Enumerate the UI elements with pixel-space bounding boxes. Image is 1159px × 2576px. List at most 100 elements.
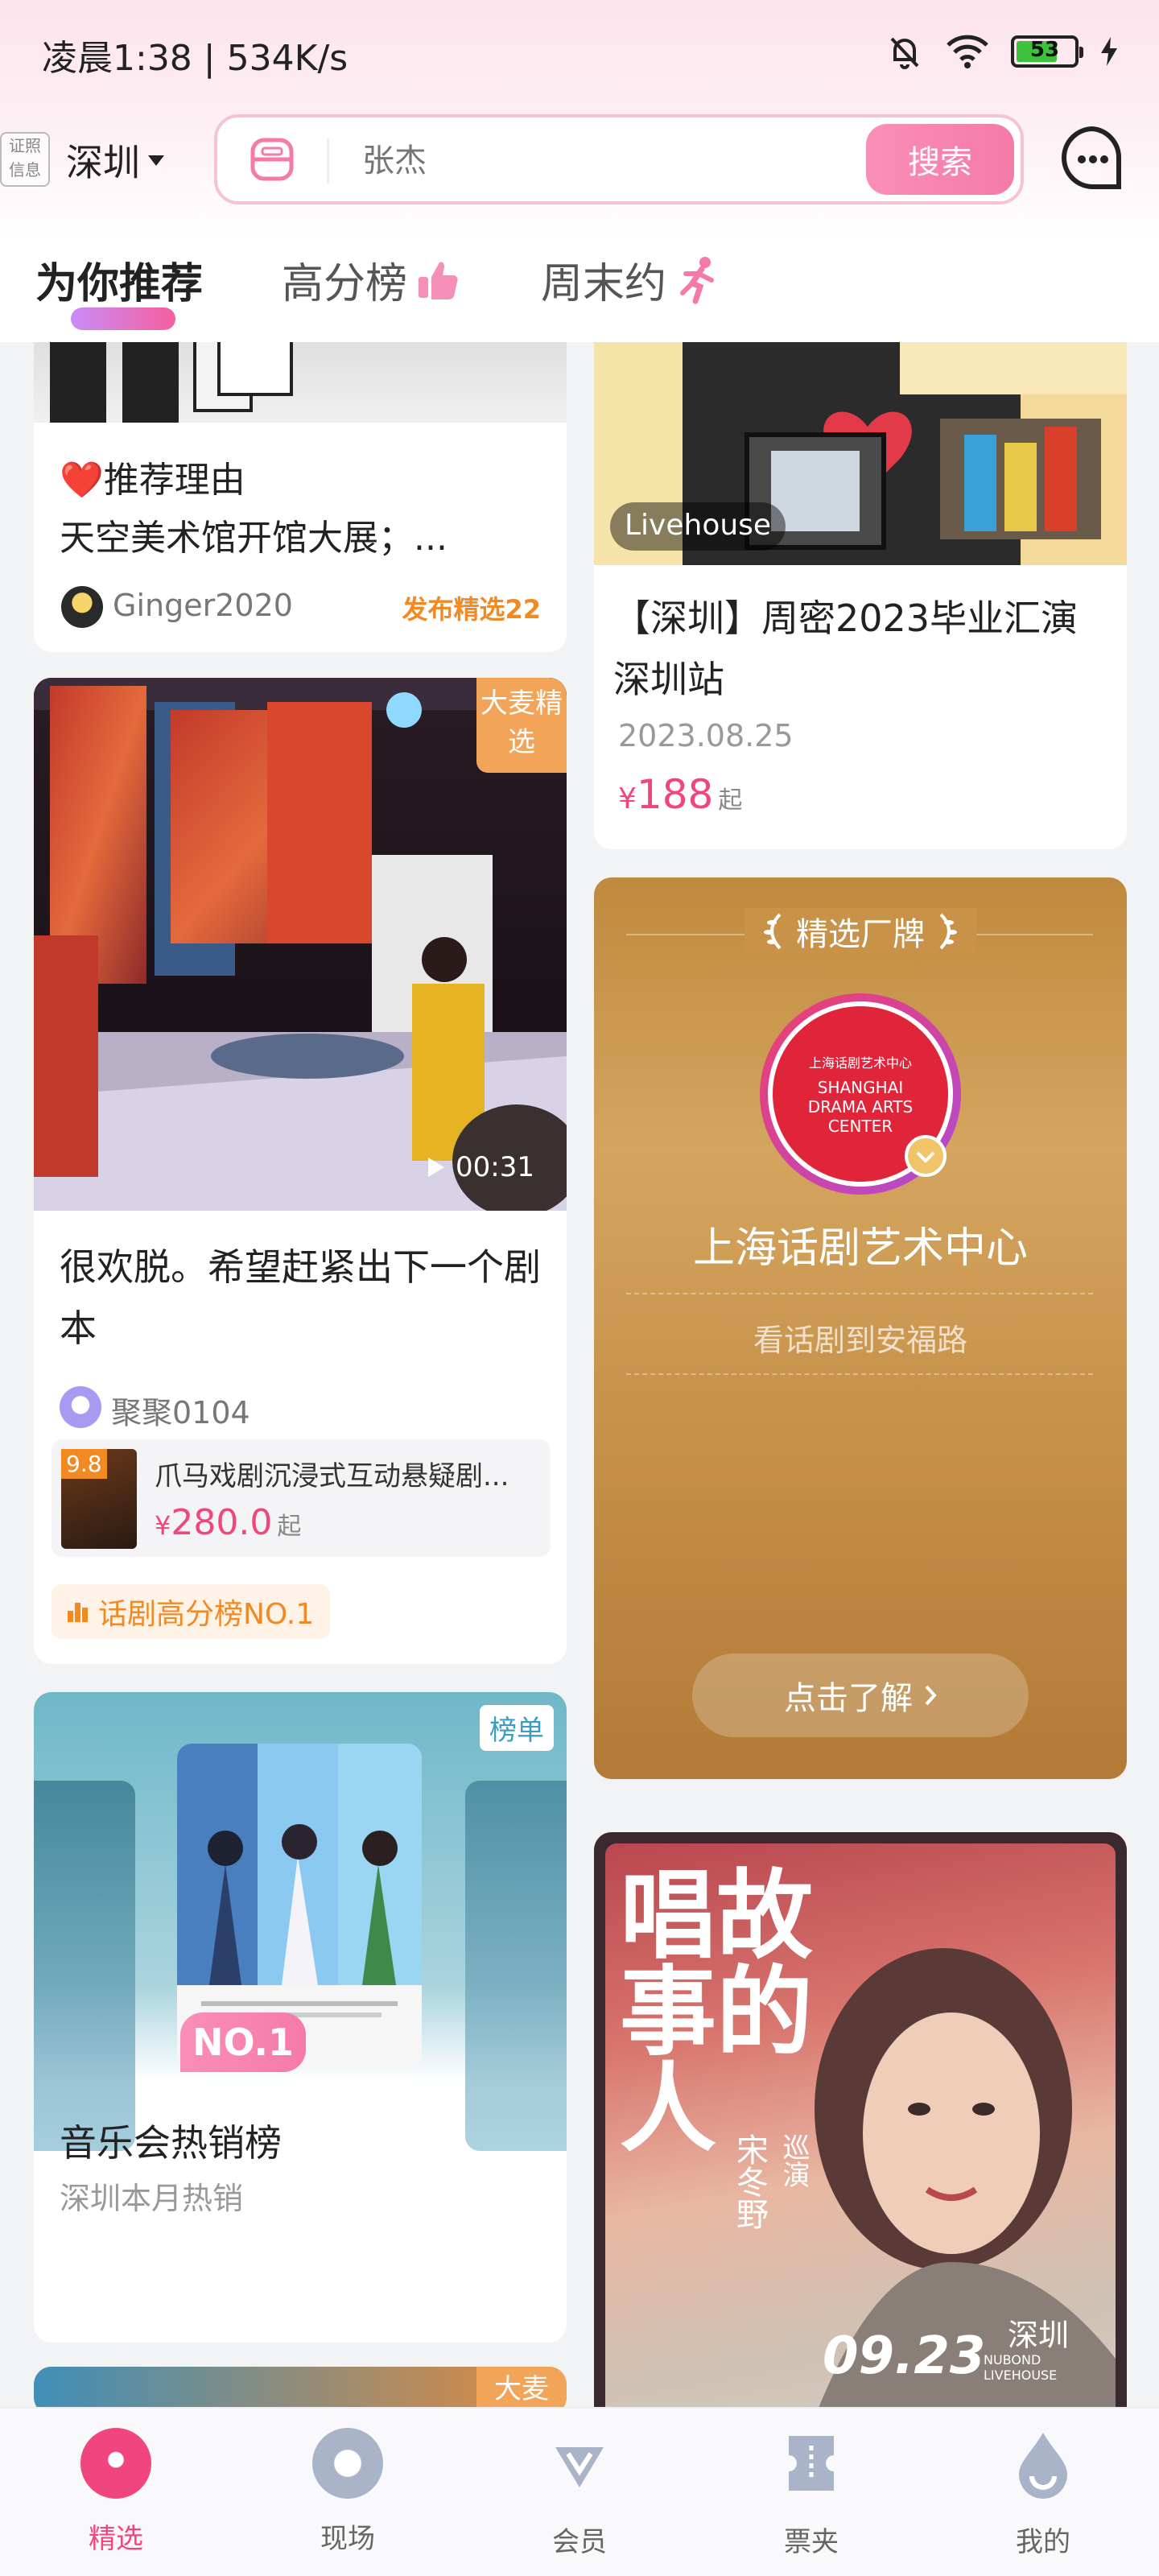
message-icon[interactable]	[1059, 124, 1127, 192]
rank-tag-label: 话剧高分榜NO.1	[98, 1598, 315, 1631]
featured-icon	[80, 2428, 151, 2499]
poster-image: 唱故事的人 宋冬野 巡演 09.23 深圳 NUBOND LIVEHOUSE	[605, 1843, 1116, 2428]
active-tab-indicator	[71, 308, 175, 330]
price-suffix: 起	[718, 786, 743, 815]
tab-recommended[interactable]: 为你推荐	[35, 250, 203, 310]
side-poster-left	[34, 1781, 135, 2151]
logo-en-text: SHANGHAI DRAMA ARTS CENTER	[807, 1078, 914, 1136]
show-poster: 9.8	[61, 1449, 137, 1549]
laurel-right-icon	[939, 913, 957, 950]
nav-tickets[interactable]: 票夹	[731, 2428, 892, 2559]
mute-bell-icon	[890, 37, 919, 69]
search-divider	[327, 138, 329, 184]
city-label: 深圳	[66, 141, 140, 184]
event-card[interactable]: Livehouse 【深圳】周密2023毕业汇演深圳站 2023.08.25 ¥…	[594, 306, 1127, 849]
video-duration: 00:31	[427, 1151, 534, 1183]
divider	[626, 1373, 1093, 1375]
license-info-button[interactable]: 证照信息	[0, 132, 50, 187]
tab-weekend[interactable]: 周末约	[541, 250, 723, 310]
recommendation-card[interactable]: ❤️推荐理由 天空美术馆开馆大展；... Ginger2020 发布精选22	[34, 306, 567, 652]
battery-level: 53	[1029, 38, 1060, 62]
rank-number: NO.1	[180, 2013, 306, 2072]
running-person-icon	[680, 256, 715, 303]
video-thumbnail[interactable]: 大麦精选 00:31	[34, 678, 567, 1211]
chevron-right-icon	[925, 1685, 937, 1706]
search-button[interactable]: 搜索	[866, 124, 1014, 195]
event-title: 【深圳】周密2023毕业汇演深圳站	[613, 597, 1079, 701]
video-post-card[interactable]: 大麦精选 00:31 很欢脱。希望赶紧出下一个剧本 聚聚0104 9.8 爪马戏…	[34, 678, 567, 1664]
status-time: 凌晨1:38 | 534K/s	[42, 38, 349, 79]
logo-cn-text: 上海话剧艺术中心	[808, 1055, 912, 1071]
tab-label: 高分榜	[282, 260, 408, 308]
poster-venue: NUBOND LIVEHOUSE	[984, 2352, 1058, 2383]
event-price: ¥ 188 起	[618, 771, 742, 818]
chart-badge: 榜单	[480, 1705, 554, 1751]
post-title: 很欢脱。希望赶紧出下一个剧本	[60, 1245, 541, 1350]
laurel-left-icon	[764, 913, 782, 950]
price-suffix: 起	[277, 1513, 302, 1541]
card-title: ❤️推荐理由	[60, 460, 245, 501]
side-poster-right	[465, 1781, 567, 2151]
show-score: 9.8	[61, 1449, 107, 1479]
learn-more-button[interactable]: 点击了解	[692, 1653, 1029, 1737]
profile-drop-icon	[1019, 2433, 1067, 2499]
tab-label: 为你推荐	[35, 260, 204, 308]
nav-label: 我的	[1016, 2526, 1070, 2558]
nav-featured[interactable]: 精选	[35, 2428, 196, 2556]
poster-title: 唱故事的人	[620, 1859, 813, 2165]
chevron-down-icon	[148, 155, 164, 166]
scan-icon[interactable]	[250, 137, 295, 182]
brand-slogan: 看话剧到安福路	[753, 1323, 967, 1358]
learn-more-label: 点击了解	[784, 1680, 913, 1717]
price-value: 188	[636, 771, 714, 818]
chart-title: 音乐会热销榜	[60, 2121, 282, 2165]
poster-tour: 巡演	[777, 2133, 810, 2188]
search-input[interactable]	[362, 138, 813, 184]
header: 凌晨1:38 | 534K/s 53 证照信息 深圳 张杰 搜索 为你推荐 高分…	[0, 0, 1159, 342]
category-tabs: 为你推荐 高分榜 周末约	[0, 242, 1159, 342]
live-icon	[312, 2428, 383, 2499]
battery-icon: 53	[1011, 35, 1083, 68]
rank-tag[interactable]: 话剧高分榜NO.1	[52, 1584, 331, 1639]
tab-label: 周末约	[541, 260, 667, 308]
nav-label: 现场	[320, 2523, 375, 2555]
duration-label: 00:31	[456, 1151, 534, 1183]
tab-top-rated[interactable]: 高分榜	[282, 250, 460, 310]
brand-header-label: 精选厂牌	[796, 916, 925, 953]
status-bar: 凌晨1:38 | 534K/s 53	[0, 0, 1159, 105]
show-title: 爪马戏剧沉浸式互动悬疑剧...	[155, 1460, 509, 1492]
livehouse-tag: Livehouse	[610, 502, 786, 551]
nav-mine[interactable]: 我的	[963, 2428, 1124, 2559]
event-image: Livehouse	[594, 306, 1127, 565]
concert-poster-card[interactable]: 唱故事的人 宋冬野 巡演 09.23 深圳 NUBOND LIVEHOUSE	[594, 1832, 1127, 2428]
city-selector[interactable]: 深圳	[66, 134, 164, 187]
nav-label: 票夹	[784, 2526, 839, 2558]
nav-membership[interactable]: 会员	[499, 2428, 660, 2559]
brand-header: 精选厂牌	[594, 908, 1127, 955]
play-icon	[428, 1158, 445, 1177]
price-symbol: ¥	[618, 782, 637, 815]
avatar	[61, 586, 103, 628]
chart-card[interactable]: NO.1 榜单 音乐会热销榜 深圳本月热销	[34, 1692, 567, 2343]
charging-icon	[1101, 37, 1117, 66]
brand-name: 上海话剧艺术中心	[692, 1224, 1028, 1273]
username: Ginger2020	[113, 588, 293, 623]
verified-icon	[905, 1135, 947, 1177]
bar-chart-icon	[68, 1603, 88, 1622]
brand-card[interactable]: 精选厂牌 上海话剧艺术中心 SHANGHAI DRAMA ARTS CENTER…	[594, 877, 1127, 1779]
membership-diamond-icon	[555, 2447, 604, 2487]
poster-date: 09.23	[823, 2326, 986, 2386]
poster-city: 深圳	[1008, 2318, 1070, 2353]
linked-show[interactable]: 9.8 爪马戏剧沉浸式互动悬疑剧... ¥ 280.0 起	[52, 1439, 551, 1557]
divider	[626, 1293, 1093, 1294]
nav-label: 会员	[552, 2526, 607, 2558]
username: 聚聚0104	[111, 1395, 250, 1430]
nav-label: 精选	[89, 2523, 143, 2555]
ticket-icon	[789, 2436, 834, 2491]
nav-live[interactable]: 现场	[267, 2428, 428, 2556]
avatar	[60, 1386, 101, 1428]
thumbs-up-icon	[419, 262, 458, 299]
chart-subtitle: 深圳本月热销	[60, 2181, 244, 2216]
search-bar: 搜索	[214, 114, 1024, 204]
card-description: 天空美术馆开馆大展；...	[60, 518, 448, 559]
